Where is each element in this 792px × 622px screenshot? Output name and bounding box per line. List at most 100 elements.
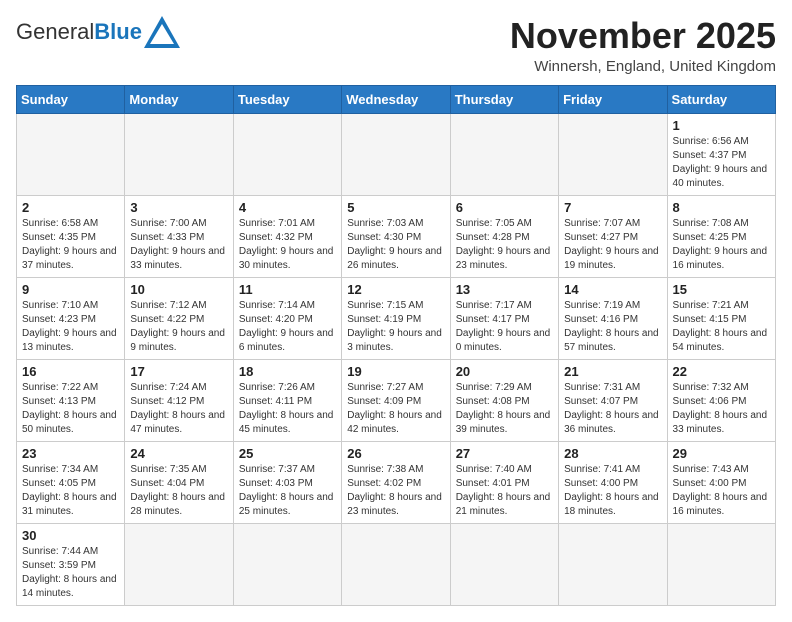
calendar-cell: 2 Sunrise: 6:58 AM Sunset: 4:35 PM Daylig…: [17, 195, 125, 277]
day-info: Sunrise: 7:21 AM Sunset: 4:15 PM Dayligh…: [673, 299, 770, 355]
calendar-cell: 13Sunrise: 7:17 AM Sunset: 4:17 PM Dayli…: [450, 277, 558, 359]
day-number: 6: [456, 200, 553, 215]
day-number: 19: [347, 364, 444, 379]
day-number: 24: [130, 446, 227, 461]
day-info: Sunrise: 7:34 AM Sunset: 4:05 PM Dayligh…: [22, 463, 119, 519]
day-info: Sunrise: 7:29 AM Sunset: 4:08 PM Dayligh…: [456, 381, 553, 437]
calendar-cell: [342, 113, 450, 195]
calendar-cell: [17, 113, 125, 195]
day-number: 17: [130, 364, 227, 379]
day-info: Sunrise: 7:35 AM Sunset: 4:04 PM Dayligh…: [130, 463, 227, 519]
calendar-cell: [450, 523, 558, 605]
day-info: Sunrise: 7:07 AM Sunset: 4:27 PM Dayligh…: [564, 217, 661, 273]
calendar-cell: 20 Sunrise: 7:29 AM Sunset: 4:08 PM Dayli…: [450, 359, 558, 441]
day-number: 30: [22, 528, 119, 543]
day-info: Sunrise: 7:41 AM Sunset: 4:00 PM Dayligh…: [564, 463, 661, 519]
calendar-cell: 8 Sunrise: 7:08 AM Sunset: 4:25 PM Daylig…: [667, 195, 775, 277]
day-info: Sunrise: 7:31 AM Sunset: 4:07 PM Dayligh…: [564, 381, 661, 437]
calendar-cell: 9 Sunrise: 7:10 AM Sunset: 4:23 PM Daylig…: [17, 277, 125, 359]
day-of-week-header: Monday: [125, 85, 233, 113]
day-number: 10: [130, 282, 227, 297]
day-number: 7: [564, 200, 661, 215]
day-info: Sunrise: 7:22 AM Sunset: 4:13 PM Dayligh…: [22, 381, 119, 437]
calendar-week-row: 1 Sunrise: 6:56 AM Sunset: 4:37 PM Daylig…: [17, 113, 776, 195]
month-title: November 2025: [510, 16, 776, 56]
calendar-cell: 3 Sunrise: 7:00 AM Sunset: 4:33 PM Daylig…: [125, 195, 233, 277]
calendar-cell: [233, 113, 341, 195]
day-info: Sunrise: 7:00 AM Sunset: 4:33 PM Dayligh…: [130, 217, 227, 273]
day-number: 25: [239, 446, 336, 461]
day-number: 12: [347, 282, 444, 297]
calendar-week-row: 9 Sunrise: 7:10 AM Sunset: 4:23 PM Daylig…: [17, 277, 776, 359]
day-info: Sunrise: 7:40 AM Sunset: 4:01 PM Dayligh…: [456, 463, 553, 519]
location: Winnersh, England, United Kingdom: [510, 58, 776, 75]
day-info: Sunrise: 7:08 AM Sunset: 4:25 PM Dayligh…: [673, 217, 770, 273]
logo-icon: [144, 16, 180, 48]
day-info: Sunrise: 7:24 AM Sunset: 4:12 PM Dayligh…: [130, 381, 227, 437]
day-info: Sunrise: 7:10 AM Sunset: 4:23 PM Dayligh…: [22, 299, 119, 355]
calendar-cell: 15 Sunrise: 7:21 AM Sunset: 4:15 PM Dayli…: [667, 277, 775, 359]
day-number: 27: [456, 446, 553, 461]
day-number: 1: [673, 118, 770, 133]
day-of-week-header: Tuesday: [233, 85, 341, 113]
calendar-cell: 22Sunrise: 7:32 AM Sunset: 4:06 PM Dayli…: [667, 359, 775, 441]
day-info: Sunrise: 6:58 AM Sunset: 4:35 PM Dayligh…: [22, 217, 119, 273]
calendar: SundayMondayTuesdayWednesdayThursdayFrid…: [16, 85, 776, 606]
day-number: 13: [456, 282, 553, 297]
calendar-cell: [125, 523, 233, 605]
calendar-cell: 24 Sunrise: 7:35 AM Sunset: 4:04 PM Dayli…: [125, 441, 233, 523]
day-info: Sunrise: 7:43 AM Sunset: 4:00 PM Dayligh…: [673, 463, 770, 519]
day-number: 9: [22, 282, 119, 297]
day-number: 18: [239, 364, 336, 379]
day-number: 8: [673, 200, 770, 215]
day-number: 22: [673, 364, 770, 379]
day-number: 11: [239, 282, 336, 297]
calendar-cell: 28 Sunrise: 7:41 AM Sunset: 4:00 PM Dayli…: [559, 441, 667, 523]
day-info: Sunrise: 7:19 AM Sunset: 4:16 PM Dayligh…: [564, 299, 661, 355]
day-number: 3: [130, 200, 227, 215]
calendar-cell: 4Sunrise: 7:01 AM Sunset: 4:32 PM Daylig…: [233, 195, 341, 277]
calendar-week-row: 23Sunrise: 7:34 AM Sunset: 4:05 PM Dayli…: [17, 441, 776, 523]
calendar-cell: 27 Sunrise: 7:40 AM Sunset: 4:01 PM Dayli…: [450, 441, 558, 523]
calendar-cell: 11 Sunrise: 7:14 AM Sunset: 4:20 PM Dayli…: [233, 277, 341, 359]
calendar-week-row: 16 Sunrise: 7:22 AM Sunset: 4:13 PM Dayli…: [17, 359, 776, 441]
day-info: Sunrise: 7:12 AM Sunset: 4:22 PM Dayligh…: [130, 299, 227, 355]
day-number: 4: [239, 200, 336, 215]
day-of-week-header: Thursday: [450, 85, 558, 113]
logo: GeneralBlue: [16, 16, 180, 48]
day-number: 20: [456, 364, 553, 379]
calendar-cell: 10 Sunrise: 7:12 AM Sunset: 4:22 PM Dayli…: [125, 277, 233, 359]
day-info: Sunrise: 6:56 AM Sunset: 4:37 PM Dayligh…: [673, 135, 770, 191]
day-info: Sunrise: 7:37 AM Sunset: 4:03 PM Dayligh…: [239, 463, 336, 519]
day-info: Sunrise: 7:38 AM Sunset: 4:02 PM Dayligh…: [347, 463, 444, 519]
calendar-cell: 23Sunrise: 7:34 AM Sunset: 4:05 PM Dayli…: [17, 441, 125, 523]
calendar-week-row: 2 Sunrise: 6:58 AM Sunset: 4:35 PM Daylig…: [17, 195, 776, 277]
calendar-cell: [667, 523, 775, 605]
calendar-cell: 12 Sunrise: 7:15 AM Sunset: 4:19 PM Dayli…: [342, 277, 450, 359]
calendar-cell: 30Sunrise: 7:44 AM Sunset: 3:59 PM Dayli…: [17, 523, 125, 605]
day-of-week-header: Saturday: [667, 85, 775, 113]
calendar-cell: [559, 113, 667, 195]
calendar-cell: 19Sunrise: 7:27 AM Sunset: 4:09 PM Dayli…: [342, 359, 450, 441]
day-of-week-header: Friday: [559, 85, 667, 113]
calendar-cell: 29Sunrise: 7:43 AM Sunset: 4:00 PM Dayli…: [667, 441, 775, 523]
day-info: Sunrise: 7:15 AM Sunset: 4:19 PM Dayligh…: [347, 299, 444, 355]
calendar-cell: 18Sunrise: 7:26 AM Sunset: 4:11 PM Dayli…: [233, 359, 341, 441]
calendar-cell: [125, 113, 233, 195]
calendar-cell: 1 Sunrise: 6:56 AM Sunset: 4:37 PM Daylig…: [667, 113, 775, 195]
day-number: 15: [673, 282, 770, 297]
day-number: 16: [22, 364, 119, 379]
calendar-cell: 16 Sunrise: 7:22 AM Sunset: 4:13 PM Dayli…: [17, 359, 125, 441]
calendar-cell: 6 Sunrise: 7:05 AM Sunset: 4:28 PM Daylig…: [450, 195, 558, 277]
day-info: Sunrise: 7:14 AM Sunset: 4:20 PM Dayligh…: [239, 299, 336, 355]
calendar-header-row: SundayMondayTuesdayWednesdayThursdayFrid…: [17, 85, 776, 113]
title-area: November 2025 Winnersh, England, United …: [510, 16, 776, 75]
day-info: Sunrise: 7:05 AM Sunset: 4:28 PM Dayligh…: [456, 217, 553, 273]
day-number: 28: [564, 446, 661, 461]
logo-text: GeneralBlue: [16, 20, 142, 44]
calendar-cell: [342, 523, 450, 605]
day-number: 2: [22, 200, 119, 215]
calendar-cell: [559, 523, 667, 605]
day-number: 21: [564, 364, 661, 379]
calendar-cell: [233, 523, 341, 605]
